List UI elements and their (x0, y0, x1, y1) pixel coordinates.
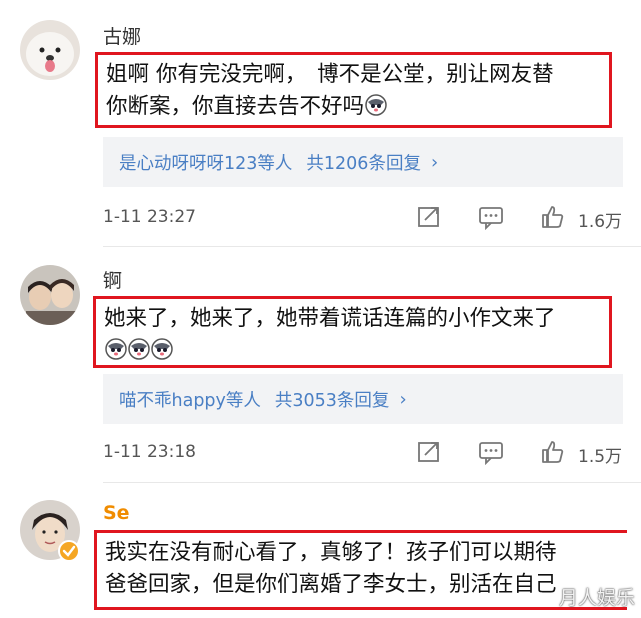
avatar[interactable] (20, 20, 80, 80)
husky-emoji-icon (105, 338, 127, 360)
husky-emoji-icon (365, 94, 387, 116)
content-line-1: 她来了，她来了，她带着谎话连篇的小作文来了 (104, 306, 556, 331)
divider (103, 482, 641, 483)
username[interactable]: 古娜 (103, 22, 141, 49)
timestamp: 1-11 23:18 (103, 442, 196, 462)
reply-count[interactable]: 共3053条回复 (275, 387, 390, 412)
username[interactable]: Se (103, 502, 130, 524)
username[interactable]: 锕 (103, 266, 122, 293)
chevron-right-icon: › (399, 388, 407, 410)
content-line-1: 姐啊 你有完没完啊， 博不是公堂，别让网友替 (106, 62, 554, 87)
reply-count[interactable]: 共1206条回复 (306, 150, 421, 175)
like-count: 1.5万 (578, 447, 623, 467)
share-icon[interactable] (416, 204, 442, 230)
comment-icon[interactable] (478, 439, 504, 465)
watermark: 月人娱乐 (558, 587, 635, 609)
comment-content: 姐啊 你有完没完啊， 博不是公堂，别让网友替 你断案，你直接去告不好吗 (95, 52, 612, 128)
reply-users[interactable]: 是心动呀呀呀123等人 (119, 150, 292, 175)
verified-badge-icon (58, 540, 80, 562)
comment-meta: 1-11 23:18 1.5万 (103, 437, 623, 467)
like-icon[interactable] (540, 439, 566, 465)
avatar[interactable] (20, 265, 80, 325)
divider (103, 246, 641, 247)
reply-users[interactable]: 喵不乖happy等人 (119, 387, 261, 412)
timestamp: 1-11 23:27 (103, 207, 196, 227)
comment-content: 她来了，她来了，她带着谎话连篇的小作文来了 (93, 296, 612, 368)
husky-emoji-icon (128, 338, 150, 360)
share-icon[interactable] (416, 439, 442, 465)
husky-emoji-icon (151, 338, 173, 360)
chevron-right-icon: › (430, 151, 439, 173)
content-line-1: 我实在没有耐心看了，真够了！孩子们可以期待 (105, 540, 557, 565)
reply-preview[interactable]: 喵不乖happy等人 共3053条回复 › (103, 374, 623, 424)
comment-meta: 1-11 23:27 1.6万 (103, 202, 623, 232)
like-icon[interactable] (540, 204, 566, 230)
content-line-2: 爸爸回家，但是你们离婚了李女士，别活在自己 (105, 572, 557, 597)
content-line-2: 你断案，你直接去告不好吗 (106, 91, 601, 123)
content-line-2 (104, 335, 601, 367)
comment-content: 我实在没有耐心看了，真够了！孩子们可以期待 爸爸回家，但是你们离婚了李女士，别活… (94, 530, 627, 610)
reply-preview[interactable]: 是心动呀呀呀123等人 共1206条回复 › (103, 137, 623, 187)
content-line-2-text: 你断案，你直接去告不好吗 (106, 94, 365, 119)
comment-icon[interactable] (478, 204, 504, 230)
like-count: 1.6万 (578, 212, 623, 232)
